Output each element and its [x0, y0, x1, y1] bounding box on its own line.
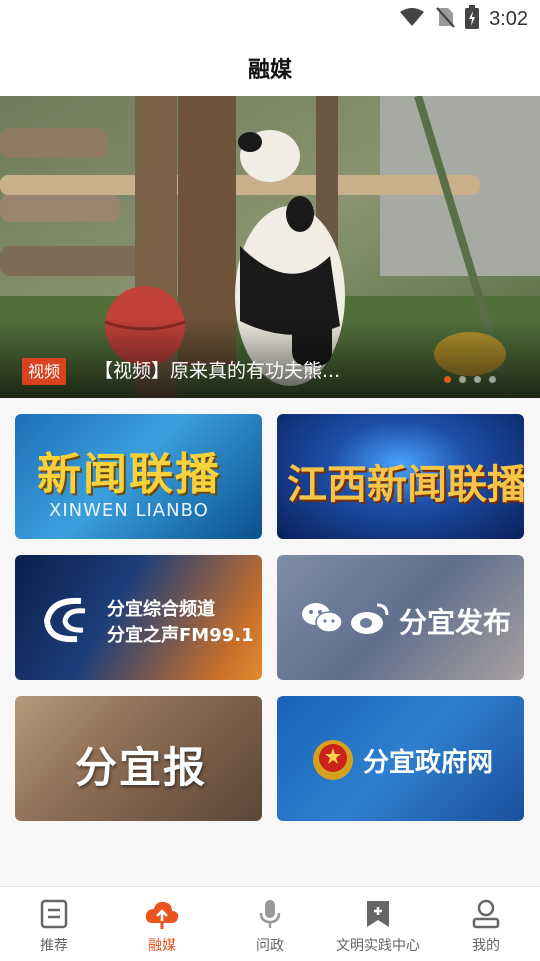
card-line2: 分宜之声FM99.1 [107, 625, 254, 646]
title-bar: 融媒 [0, 40, 540, 96]
card-fenyi-fabu[interactable]: 分宜发布 [277, 555, 524, 680]
page-title: 融媒 [247, 58, 292, 83]
carousel-dot [474, 376, 481, 383]
card-fenyi-gov[interactable]: 分宜政府网 [277, 696, 524, 821]
tab-mine[interactable]: 我的 [432, 887, 540, 961]
tab-label: 融媒 [148, 938, 176, 954]
card-jiangxi-news[interactable]: 江西新闻联播 [277, 414, 524, 539]
card-title: 新闻联播 [37, 449, 221, 500]
tab-label: 推荐 [40, 938, 68, 954]
app-screen: 3:02 融媒 视频 【视频】原来真的有功夫熊... 新闻联播 XINWEN L… [0, 0, 540, 961]
carousel-dot [459, 376, 466, 383]
document-icon [40, 899, 68, 929]
user-icon [471, 899, 501, 929]
video-tag: 视频 [22, 358, 67, 385]
card-title: 江西新闻联播 [287, 462, 524, 508]
microphone-icon [256, 899, 284, 929]
banner-caption[interactable]: 【视频】原来真的有功夫熊... [94, 358, 340, 385]
tab-wenzheng[interactable]: 问政 [216, 887, 324, 961]
wechat-icon [301, 601, 343, 639]
carousel-dot [444, 376, 451, 383]
cloud-upload-icon [145, 899, 179, 929]
tab-label: 问政 [256, 938, 284, 954]
no-sim-icon [435, 6, 455, 32]
weibo-icon [349, 601, 391, 639]
tab-label: 文明实践中心 [336, 938, 420, 954]
card-fenyi-tv-radio[interactable]: 分宜综合频道 分宜之声FM99.1 [15, 555, 262, 680]
tab-media[interactable]: 融媒 [108, 887, 216, 961]
status-bar: 3:02 [0, 0, 540, 40]
status-icons: 3:02 [399, 5, 528, 33]
wifi-icon [399, 7, 425, 31]
channel-logo-icon [43, 597, 86, 643]
card-title: 分宜发布 [399, 606, 512, 639]
carousel-indicator [444, 376, 496, 383]
tab-civilization-center[interactable]: 文明实践中心 [324, 887, 432, 961]
card-title: 分宜报 [75, 743, 208, 792]
banner-carousel[interactable]: 视频 【视频】原来真的有功夫熊... [0, 96, 540, 398]
card-xinwen-lianbo[interactable]: 新闻联播 XINWEN LIANBO [15, 414, 262, 539]
status-time: 3:02 [489, 7, 528, 30]
card-title: 分宜政府网 [363, 748, 494, 778]
battery-charging-icon [465, 5, 480, 33]
card-subtitle: XINWEN LIANBO [49, 500, 209, 521]
bottom-tab-bar: 推荐 融媒 问政 文明实践中心 我的 [0, 886, 540, 961]
bookmark-add-icon [364, 899, 392, 929]
carousel-dot [489, 376, 496, 383]
card-line1: 分宜综合频道 [107, 599, 215, 620]
tab-label: 我的 [472, 938, 500, 954]
card-fenyi-bao[interactable]: 分宜报 [15, 696, 262, 821]
tab-recommend[interactable]: 推荐 [0, 887, 108, 961]
national-emblem-icon [311, 738, 355, 786]
